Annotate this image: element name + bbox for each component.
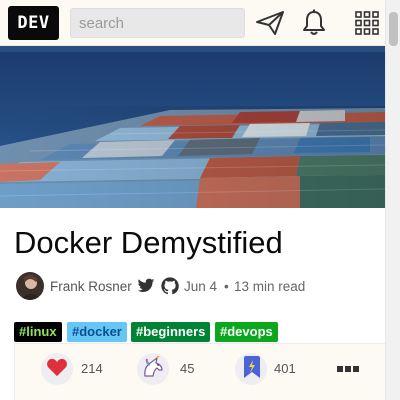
- github-icon[interactable]: [161, 277, 179, 295]
- reaction-bar: 214 45 401: [14, 343, 385, 400]
- page-scrollbar[interactable]: [385, 0, 400, 400]
- unicorn-icon: [141, 353, 165, 383]
- read-time: 13 min read: [234, 279, 306, 294]
- publish-date: Jun 4: [184, 279, 218, 294]
- tag-devops[interactable]: #devops: [215, 322, 278, 342]
- unicorn-count: 45: [180, 361, 195, 376]
- twitter-icon[interactable]: [137, 278, 155, 294]
- meta-separator: •: [224, 279, 229, 294]
- tag-linux[interactable]: #linux: [14, 322, 62, 342]
- dev-logo[interactable]: DEV: [8, 6, 59, 40]
- top-navbar: DEV: [0, 0, 400, 46]
- send-icon[interactable]: [255, 9, 285, 37]
- save-button[interactable]: [235, 353, 267, 385]
- tag-docker[interactable]: #docker: [67, 322, 127, 342]
- scrollbar-thumb[interactable]: [389, 12, 398, 46]
- menu-grid-icon[interactable]: [352, 9, 382, 37]
- search-input[interactable]: [70, 8, 245, 38]
- more-options-icon[interactable]: [333, 359, 363, 379]
- author-name[interactable]: Frank Rosner: [50, 279, 132, 294]
- article-title: Docker Demystified: [14, 225, 283, 260]
- bell-icon[interactable]: [299, 9, 329, 37]
- author-avatar[interactable]: [16, 272, 44, 300]
- tag-beginners[interactable]: #beginners: [131, 322, 211, 342]
- heart-icon: [46, 357, 68, 382]
- cover-image: [0, 46, 385, 208]
- unicorn-button[interactable]: [137, 353, 169, 385]
- heart-count: 214: [81, 361, 103, 376]
- page: DEV search Docker Demystified Frank Rosn…: [0, 0, 400, 400]
- bookmark-icon: [240, 355, 262, 384]
- heart-button[interactable]: [41, 353, 73, 385]
- save-count: 401: [274, 361, 296, 376]
